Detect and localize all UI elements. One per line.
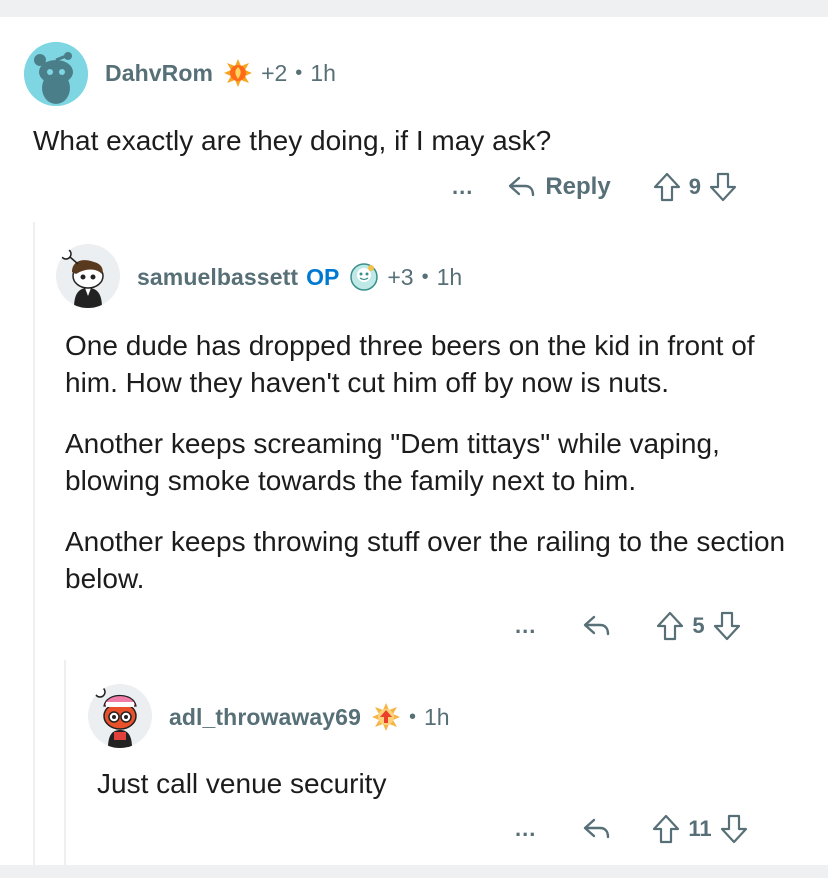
username[interactable]: adl_throwaway69	[169, 704, 361, 731]
reply-button[interactable]	[582, 613, 612, 639]
upvote-button[interactable]	[652, 814, 680, 844]
karma-score: +3	[387, 263, 414, 290]
achievement-face-icon[interactable]	[349, 262, 379, 292]
comment-actions: ... 5	[515, 609, 741, 643]
separator-dot: •	[295, 61, 303, 84]
timestamp[interactable]: 1h	[437, 264, 463, 291]
vote-controls: 9	[653, 172, 737, 202]
comment-paragraph: Another keeps throwing stuff over the ra…	[65, 526, 786, 594]
reply-label: Reply	[545, 173, 611, 200]
vote-count: 9	[688, 174, 701, 199]
reply-arrow-icon	[584, 615, 610, 636]
avatar[interactable]	[88, 684, 152, 748]
downvote-arrow-icon	[713, 611, 740, 641]
vote-controls: 5	[656, 611, 740, 641]
achievement-flame-icon[interactable]	[223, 58, 253, 88]
thread-line-level-1[interactable]	[33, 222, 35, 865]
comment-paragraph: Another keeps screaming "Dem tittays" wh…	[65, 428, 720, 496]
avatar[interactable]	[24, 42, 88, 106]
comment-header: adl_throwaway69 • 1h	[169, 702, 450, 732]
separator-dot: •	[408, 705, 416, 728]
top-divider-band	[0, 0, 828, 17]
more-options-button[interactable]: ...	[515, 816, 536, 842]
vote-controls: 11	[652, 814, 747, 844]
vote-count: 11	[688, 816, 712, 841]
comment-paragraph: Just call venue security	[97, 768, 387, 799]
upvote-button[interactable]	[653, 172, 681, 202]
thread-line-level-2[interactable]	[64, 660, 66, 865]
reply-button[interactable]: Reply	[507, 173, 611, 201]
username[interactable]: DahvRom	[105, 60, 213, 87]
bottom-divider-band	[0, 865, 828, 878]
separator-dot: •	[421, 265, 429, 288]
upvote-arrow-icon	[657, 611, 684, 641]
reply-button[interactable]	[582, 816, 612, 842]
upvote-arrow-icon	[653, 814, 680, 844]
downvote-button[interactable]	[720, 814, 748, 844]
snoo-avatar-icon	[56, 244, 120, 308]
snoo-avatar-icon	[88, 684, 152, 748]
more-options-button[interactable]: ...	[515, 613, 536, 639]
downvote-button[interactable]	[709, 172, 737, 202]
comment-paragraph: One dude has dropped three beers on the …	[65, 330, 755, 398]
reply-arrow-icon	[584, 818, 610, 839]
comment-paragraph: What exactly are they doing, if I may as…	[33, 125, 552, 156]
avatar[interactable]	[56, 244, 120, 308]
comment-body: Just call venue security	[97, 765, 797, 802]
op-badge: OP	[306, 263, 340, 290]
more-options-button[interactable]: ...	[452, 174, 473, 200]
timestamp[interactable]: 1h	[310, 60, 336, 87]
downvote-arrow-icon	[720, 814, 747, 844]
reply-arrow-icon	[509, 176, 535, 197]
comment-body: One dude has dropped three beers on the …	[65, 327, 805, 597]
vote-count: 5	[692, 613, 705, 638]
downvote-arrow-icon	[709, 172, 737, 202]
timestamp[interactable]: 1h	[424, 704, 450, 731]
upvote-button[interactable]	[656, 611, 684, 641]
comment-header: DahvRom +2 • 1h	[105, 58, 336, 88]
achievement-arrow-icon[interactable]	[371, 702, 401, 732]
upvote-arrow-icon	[653, 172, 680, 202]
username[interactable]: samuelbassett	[137, 264, 298, 291]
comment-body: What exactly are they doing, if I may as…	[33, 122, 793, 159]
comment-actions: ... 11	[515, 812, 748, 846]
snoo-avatar-icon	[24, 42, 88, 106]
comment-actions: ... Reply 9	[452, 170, 737, 204]
downvote-button[interactable]	[713, 611, 741, 641]
comment-header: samuelbassett OP +3 • 1h	[137, 262, 462, 292]
karma-score: +2	[261, 59, 288, 86]
